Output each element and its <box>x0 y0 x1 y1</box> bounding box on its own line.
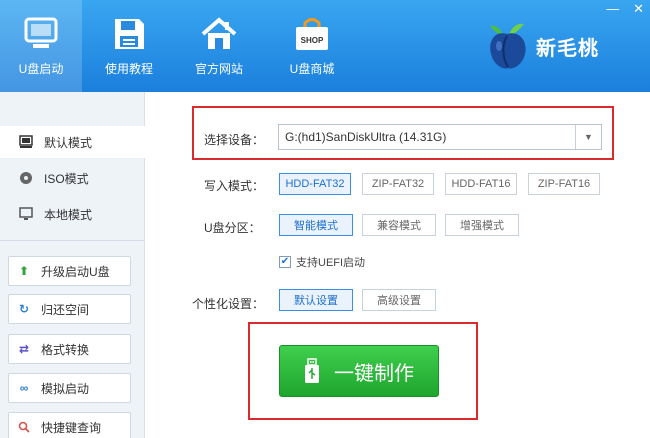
sidebar-item-default-mode[interactable]: 默认模式 <box>0 126 146 158</box>
one-click-make-button[interactable]: 一键制作 <box>279 345 439 397</box>
minimize-button[interactable]: — <box>606 2 619 16</box>
tab-tutorial[interactable]: 使用教程 <box>88 0 170 92</box>
simulate-boot-button[interactable]: ∞ 模拟启动 <box>8 373 131 403</box>
refresh-icon: ↻ <box>18 302 30 316</box>
link-icon: ∞ <box>19 381 29 395</box>
tab-label: U盘商城 <box>289 62 335 76</box>
personalize-option-default[interactable]: 默认设置 <box>279 289 353 311</box>
brand-logo: 新毛桃 <box>488 20 599 72</box>
format-convert-button[interactable]: ⇄ 格式转换 <box>8 334 131 364</box>
uefi-checkbox-label: 支持UEFI启动 <box>296 257 366 269</box>
upgrade-usb-button[interactable]: ⬆ 升级启动U盘 <box>8 256 131 286</box>
usb-drive-icon <box>305 358 319 383</box>
usb-drive-icon <box>18 134 34 150</box>
tool-label: 模拟启动 <box>41 381 90 396</box>
write-mode-option-hdd-fat16[interactable]: HDD-FAT16 <box>445 173 517 195</box>
app-window: — ✕ U盘启动 使用教程 官方网站 SHOP U盘商城 新毛桃 默认模式 IS… <box>0 0 650 438</box>
sidebar-item-iso-mode[interactable]: ISO模式 <box>0 162 145 194</box>
hotkey-lookup-button[interactable]: 快捷键查询 <box>8 412 131 438</box>
peach-logo-icon <box>490 23 526 69</box>
home-icon <box>201 17 237 49</box>
tab-label: U盘启动 <box>18 62 64 76</box>
monitor-icon <box>18 206 34 222</box>
partition-option-smart[interactable]: 智能模式 <box>279 214 353 236</box>
monitor-icon <box>24 17 58 48</box>
window-controls: — ✕ <box>606 2 644 16</box>
make-button-label: 一键制作 <box>334 362 414 385</box>
arrow-up-icon: ⬆ <box>18 264 30 278</box>
chevron-down-icon[interactable]: ▼ <box>575 125 601 149</box>
device-label: 选择设备： <box>204 133 265 147</box>
disc-icon <box>18 170 34 186</box>
active-pointer <box>139 136 146 148</box>
sidebar-item-label: 本地模式 <box>44 207 93 222</box>
personalize-label: 个性化设置： <box>192 297 265 311</box>
tab-official-site[interactable]: 官方网站 <box>178 0 260 92</box>
uefi-checkbox-row[interactable]: ✔ 支持UEFI启动 <box>279 254 365 270</box>
shopping-bag-icon: SHOP <box>296 18 328 50</box>
uefi-checkbox[interactable]: ✔ <box>279 256 291 268</box>
tool-label: 升级启动U盘 <box>41 264 110 279</box>
personalize-option-advanced[interactable]: 高级设置 <box>362 289 436 311</box>
shop-badge: SHOP <box>301 36 324 45</box>
main-panel: 选择设备： G:(hd1)SanDiskUltra (14.31G) ▼ 写入模… <box>146 92 650 438</box>
tab-label: 使用教程 <box>104 62 153 76</box>
tool-label: 格式转换 <box>41 342 90 357</box>
restore-space-button[interactable]: ↻ 归还空间 <box>8 294 131 324</box>
brand-name: 新毛桃 <box>536 37 599 60</box>
tool-label: 快捷键查询 <box>41 420 102 435</box>
search-icon <box>17 420 31 434</box>
tab-label: 官方网站 <box>194 62 243 76</box>
close-button[interactable]: ✕ <box>633 2 644 16</box>
partition-label: U盘分区： <box>204 221 261 235</box>
sidebar-item-label: 默认模式 <box>44 135 93 150</box>
device-select-value: G:(hd1)SanDiskUltra (14.31G) <box>285 130 447 144</box>
write-mode-option-zip-fat16[interactable]: ZIP-FAT16 <box>528 173 600 195</box>
write-mode-label: 写入模式： <box>204 179 265 193</box>
swap-icon: ⇄ <box>18 342 30 356</box>
device-select[interactable]: G:(hd1)SanDiskUltra (14.31G) ▼ <box>278 124 602 150</box>
partition-option-enhanced[interactable]: 增强模式 <box>445 214 519 236</box>
tab-usb-shop[interactable]: SHOP U盘商城 <box>271 0 353 92</box>
sidebar: 默认模式 ISO模式 本地模式 ⬆ 升级启动U盘 ↻ 归还空间 ⇄ 格式转换 ∞… <box>0 92 146 438</box>
partition-option-compatible[interactable]: 兼容模式 <box>362 214 436 236</box>
sidebar-item-local-mode[interactable]: 本地模式 <box>0 198 145 230</box>
sidebar-item-label: ISO模式 <box>44 171 89 186</box>
floppy-disk-icon <box>115 19 144 49</box>
write-mode-option-zip-fat32[interactable]: ZIP-FAT32 <box>362 173 434 195</box>
top-nav-bar: — ✕ U盘启动 使用教程 官方网站 SHOP U盘商城 新毛桃 <box>0 0 650 92</box>
tool-label: 归还空间 <box>41 302 90 317</box>
write-mode-option-hdd-fat32[interactable]: HDD-FAT32 <box>279 173 351 195</box>
sidebar-divider <box>0 240 145 241</box>
tab-usb-boot[interactable]: U盘启动 <box>0 0 82 92</box>
